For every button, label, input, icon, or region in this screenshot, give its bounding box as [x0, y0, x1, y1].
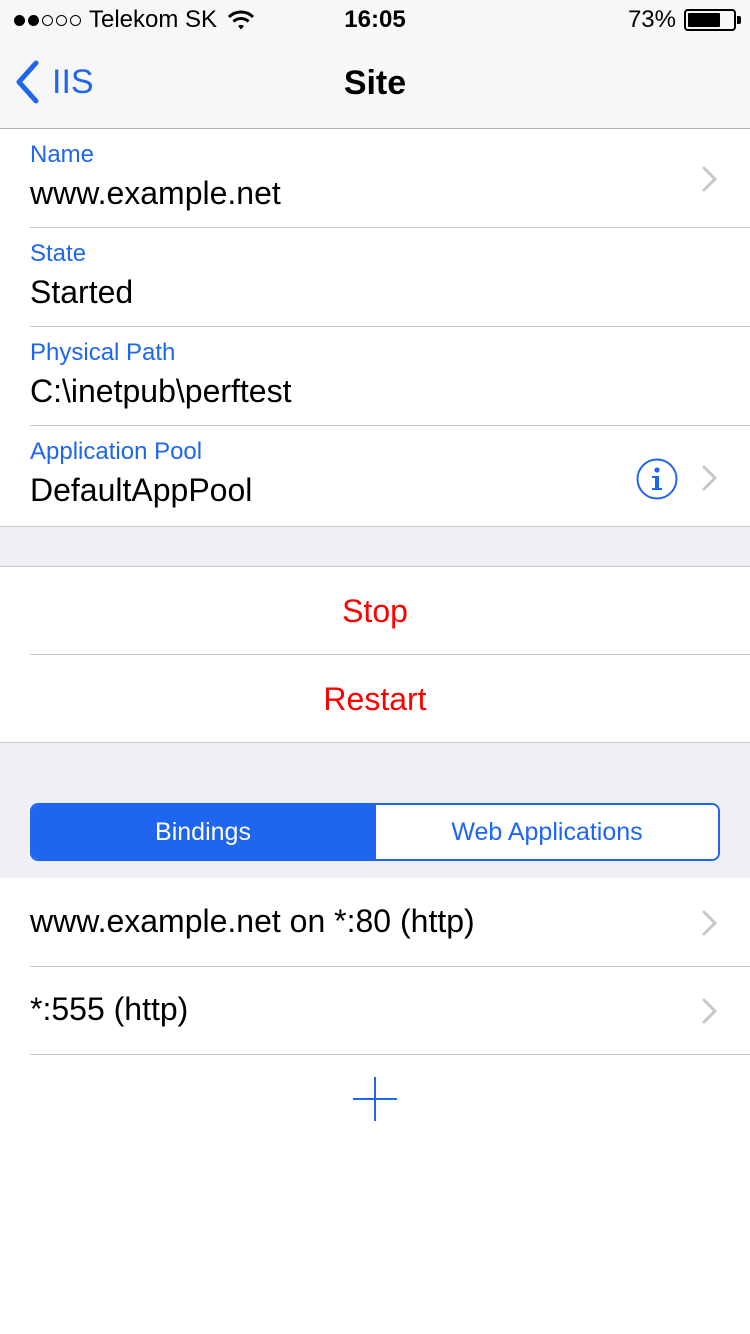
stop-button[interactable]: Stop: [0, 567, 750, 655]
chevron-right-icon: [702, 910, 717, 936]
navigation-bar: IIS Site: [0, 40, 750, 129]
application-pool-value: DefaultAppPool: [30, 472, 253, 508]
name-label: Name: [30, 141, 95, 168]
segmented-control: Bindings Web Applications: [30, 803, 720, 861]
section-gap: [0, 526, 750, 567]
stop-button-label: Stop: [342, 593, 408, 629]
restart-button[interactable]: Restart: [0, 655, 750, 743]
site-details: Name www.example.net State Started Physi…: [0, 129, 750, 525]
detail-row-name[interactable]: Name www.example.net: [0, 129, 750, 228]
restart-button-label: Restart: [323, 681, 427, 717]
list-item[interactable]: www.example.net on *:80 (http): [0, 879, 750, 967]
segment-container: Bindings Web Applications: [0, 782, 750, 878]
detail-row-application-pool[interactable]: Application Pool DefaultAppPool: [0, 426, 750, 525]
binding-label: www.example.net on *:80 (http): [30, 903, 475, 939]
detail-row-state: State Started: [0, 228, 750, 327]
chevron-right-icon: [702, 465, 717, 491]
chevron-right-icon: [702, 166, 717, 192]
application-pool-label: Application Pool: [30, 438, 203, 465]
bindings-list: www.example.net on *:80 (http) *:555 (ht…: [0, 879, 750, 1055]
binding-label: *:555 (http): [30, 991, 189, 1027]
state-value: Started: [30, 274, 134, 310]
physical-path-label: Physical Path: [30, 339, 176, 366]
battery-icon: [684, 9, 741, 31]
physical-path-value: C:\inetpub\perftest: [30, 373, 292, 409]
name-value: www.example.net: [30, 175, 281, 211]
detail-row-physical-path: Physical Path C:\inetpub\perftest: [0, 327, 750, 426]
site-actions: Stop Restart: [0, 567, 750, 743]
section-gap: [0, 742, 750, 783]
segment-web-applications[interactable]: Web Applications: [374, 805, 718, 859]
info-icon[interactable]: [636, 458, 678, 500]
segment-bindings[interactable]: Bindings: [32, 805, 374, 859]
status-right: 73%: [627, 6, 741, 34]
state-label: State: [30, 240, 87, 267]
list-item[interactable]: *:555 (http): [0, 967, 750, 1055]
battery-percentage: 73%: [627, 6, 676, 33]
battery-nub: [737, 16, 741, 24]
page-title: Site: [343, 64, 407, 102]
plus-icon[interactable]: [352, 1076, 398, 1122]
row-separator: [30, 1054, 750, 1055]
chevron-right-icon: [702, 998, 717, 1024]
status-bar: Telekom SK 16:05 73%: [0, 0, 750, 40]
battery-fill: [688, 13, 720, 27]
